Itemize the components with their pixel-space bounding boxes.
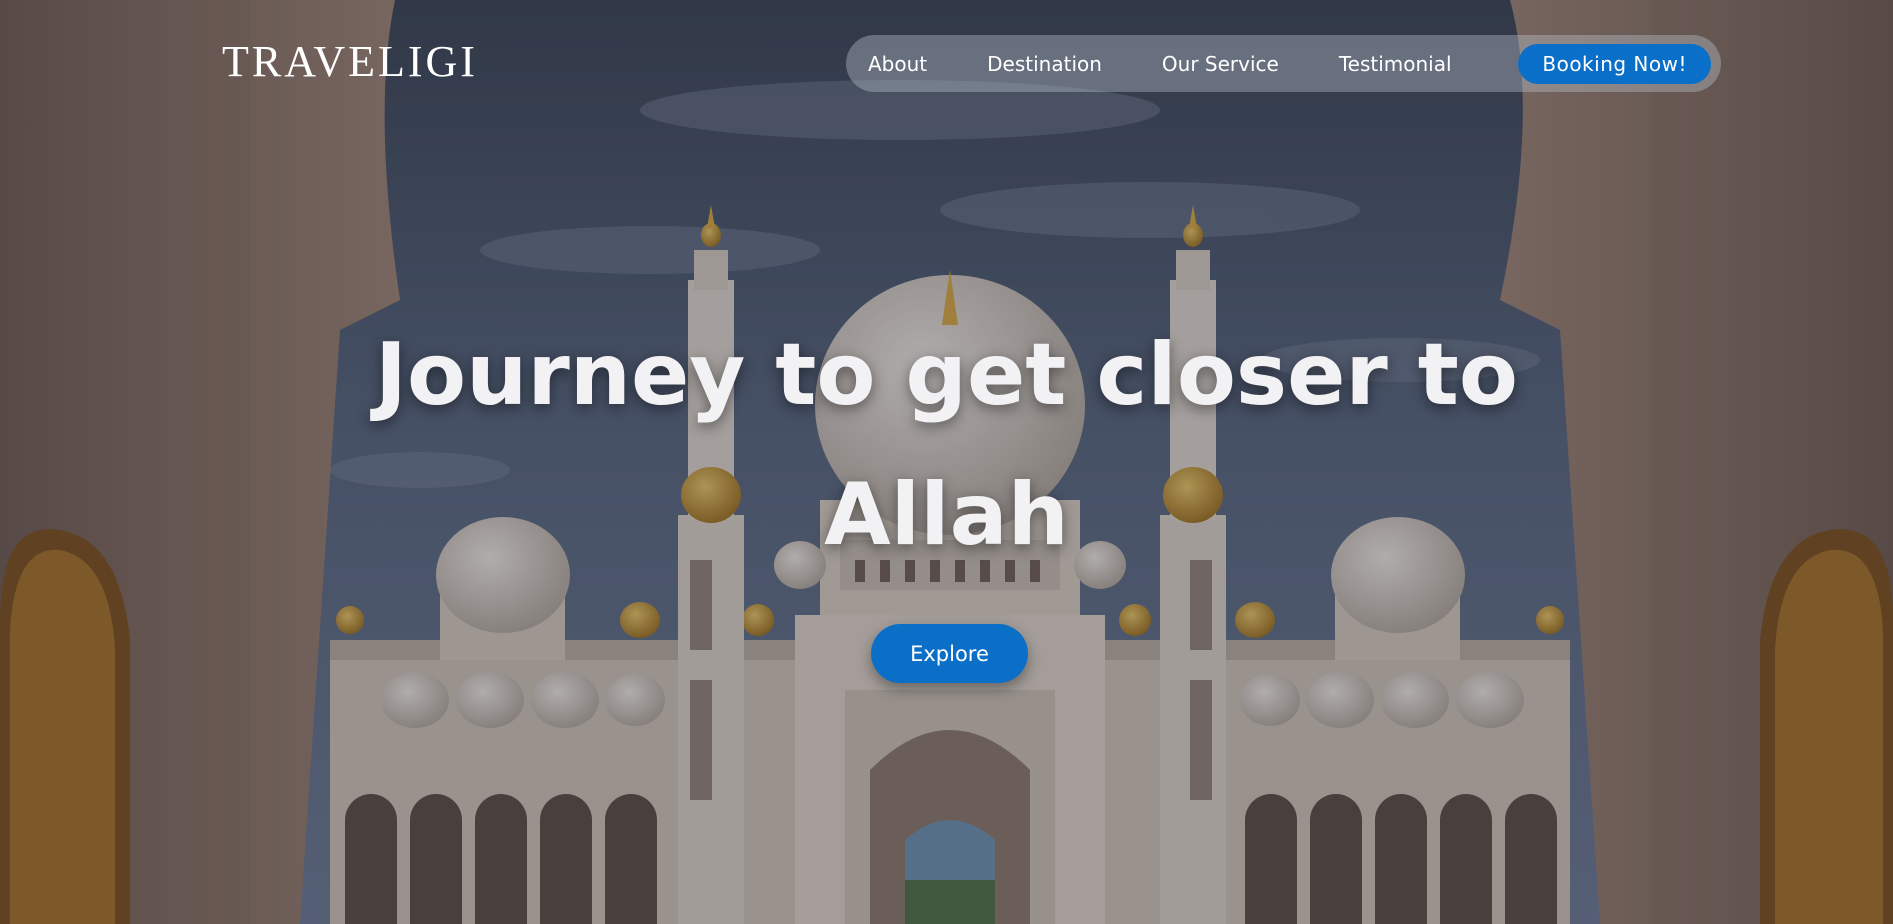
explore-button[interactable]: Explore [871, 624, 1028, 683]
hero-headline-line-1: Journey to get closer to [375, 325, 1518, 425]
top-navigation: About Destination Our Service Testimonia… [846, 35, 1721, 92]
hero-headline-line-2: Allah [824, 465, 1069, 565]
nav-item-our-service[interactable]: Our Service [1162, 52, 1279, 76]
booking-now-button[interactable]: Booking Now! [1518, 43, 1711, 84]
hero-headline: Journey to get closer to Allah [0, 305, 1893, 585]
nav-item-testimonial[interactable]: Testimonial [1339, 52, 1452, 76]
logo-text: TRAVELIGI [222, 37, 478, 86]
nav-item-about[interactable]: About [868, 52, 927, 76]
brand-logo[interactable]: TRAVELIGI [222, 36, 478, 88]
nav-item-destination[interactable]: Destination [987, 52, 1102, 76]
